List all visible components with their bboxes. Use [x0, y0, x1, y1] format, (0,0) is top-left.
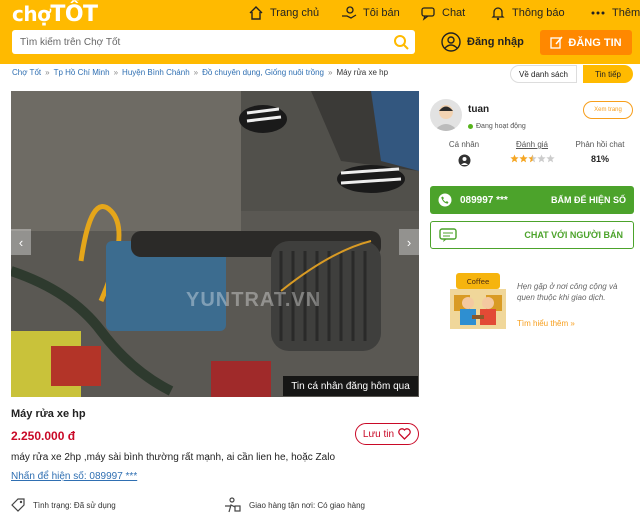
call-seller-button[interactable]: 089997 *** BẤM ĐỂ HIỆN SỐ: [430, 186, 634, 214]
user-icon: [441, 32, 461, 52]
stat-account-type: Cá nhân: [430, 140, 498, 167]
rating-stars: [498, 154, 566, 163]
bell-icon: [491, 7, 505, 21]
star-icon: [527, 154, 537, 163]
pump-photo-illustration: [11, 91, 419, 397]
search-icon[interactable]: [393, 34, 409, 50]
chevron-left-icon: ‹: [18, 234, 24, 250]
login-label: Đăng nhập: [467, 36, 524, 48]
property-condition-label: Tình trạng: Đã sử dụng: [33, 500, 116, 510]
star-icon: [509, 154, 519, 163]
listing-properties: Tình trạng: Đã sử dụng Giao hàng tận nơi…: [11, 497, 431, 513]
stat-account-type-label: Cá nhân: [448, 140, 480, 149]
property-delivery: Giao hàng tận nơi: Có giao hàng: [223, 497, 365, 513]
nav-sell-label: Tôi bán: [363, 7, 400, 19]
avatar-icon: [434, 105, 458, 131]
nav-chat[interactable]: Chat: [420, 4, 465, 22]
prev-photo-button[interactable]: ‹: [11, 229, 31, 255]
listing-title: Máy rửa xe hp: [11, 408, 86, 420]
login-button[interactable]: Đăng nhập: [441, 32, 524, 52]
home-icon: [249, 6, 263, 20]
next-photo-button[interactable]: ›: [399, 229, 419, 255]
nav-home[interactable]: Trang chủ: [248, 4, 319, 22]
photo-caption: Tin cá nhân đăng hôm qua: [283, 376, 418, 396]
view-seller-page-button[interactable]: Xem trang: [583, 101, 633, 119]
hand-coin-icon: [342, 6, 357, 19]
breadcrumb: Chợ Tốt» Tp Hồ Chí Minh» Huyện Bình Chán…: [12, 68, 389, 77]
chat-label: CHAT VỚI NGƯỜI BÁN: [524, 230, 623, 240]
property-condition: Tình trạng: Đã sử dụng: [11, 497, 223, 513]
nav-notifications[interactable]: Thông báo: [490, 4, 565, 22]
save-listing-button[interactable]: Lưu tin: [355, 423, 419, 445]
nav-notifications-label: Thông báo: [512, 7, 565, 19]
search-input[interactable]: [12, 30, 372, 54]
stat-chat-response-label: Phản hồi chat: [575, 140, 625, 149]
reveal-phone-label: BẤM ĐỂ HIỆN SỐ: [550, 195, 626, 205]
seller-status-label: Đang hoạt động: [476, 123, 526, 130]
listing-price: 2.250.000 đ: [11, 429, 76, 443]
star-icon: [518, 154, 528, 163]
seller-status: Đang hoạt động: [468, 123, 526, 130]
edit-icon: [550, 36, 563, 49]
chat-icon: [421, 7, 435, 21]
star-icon: [545, 154, 555, 163]
stat-rating: Đánh giá: [498, 140, 566, 167]
safety-tip: Coffee Hẹn gặp ở nơi công cộng và quen t…: [438, 269, 634, 335]
nav-more-label: Thêm: [612, 7, 640, 19]
breadcrumb-link-city[interactable]: Tp Hồ Chí Minh: [54, 68, 110, 77]
search-bar: [12, 30, 415, 54]
stat-chat-response-value: 81%: [590, 154, 609, 164]
breadcrumb-current: Máy rửa xe hp: [336, 68, 389, 77]
delivery-icon: [225, 497, 241, 513]
stat-chat-response: Phản hồi chat 81%: [566, 140, 634, 167]
online-dot-icon: [468, 124, 473, 129]
chat-with-seller-button[interactable]: CHAT VỚI NGƯỜI BÁN: [430, 221, 634, 249]
top-header: chợTỐT Trang chủ Tôi bán Chat Thông báo …: [0, 0, 640, 64]
coffee-shop-meetup-icon: Coffee: [450, 273, 506, 329]
show-phone-link[interactable]: Nhấn để hiện số: 089997 ***: [11, 471, 137, 482]
back-to-list-button[interactable]: Về danh sách: [510, 65, 577, 83]
save-label: Lưu tin: [362, 428, 395, 440]
more-icon: [591, 11, 605, 15]
safety-tip-text: Hẹn gặp ở nơi công cộng và quen thuộc kh…: [517, 282, 618, 303]
seller-name[interactable]: tuan: [468, 104, 489, 115]
person-circle-icon: [458, 154, 470, 167]
chotot-logo[interactable]: chợTỐT: [12, 2, 98, 27]
seller-avatar[interactable]: [430, 99, 462, 131]
listing-photo[interactable]: YUNTRAT.VN: [11, 91, 419, 397]
nav-chat-label: Chat: [442, 7, 466, 19]
post-listing-button[interactable]: ĐĂNG TIN: [540, 30, 632, 55]
tag-icon: [11, 498, 25, 512]
post-label: ĐĂNG TIN: [568, 36, 622, 49]
seller-stats: Cá nhân Đánh giá Phản hồi chat 81%: [430, 140, 634, 167]
property-delivery-label: Giao hàng tận nơi: Có giao hàng: [249, 500, 365, 510]
phone-icon: [438, 193, 452, 207]
photo-watermark: YUNTRAT.VN: [186, 289, 322, 311]
nav-more[interactable]: Thêm: [590, 4, 640, 22]
chat-bubble-icon: [439, 228, 457, 242]
nav-sell[interactable]: Tôi bán: [341, 4, 400, 22]
breadcrumb-link-home[interactable]: Chợ Tốt: [12, 68, 41, 77]
logo-part-1: chợ: [12, 2, 51, 26]
chevron-right-icon: ›: [406, 234, 412, 250]
star-icon: [536, 154, 546, 163]
logo-part-2: TỐT: [50, 2, 98, 27]
stat-rating-label: Đánh giá: [515, 140, 549, 149]
nav-home-label: Trang chủ: [270, 7, 320, 19]
next-listing-button[interactable]: Tin tiếp: [583, 65, 633, 83]
phone-partial: 089997 ***: [460, 194, 508, 206]
breadcrumb-link-category[interactable]: Đồ chuyên dụng, Giống nuôi trồng: [202, 68, 324, 77]
breadcrumb-link-district[interactable]: Huyện Bình Chánh: [122, 68, 190, 77]
heart-icon: [398, 428, 411, 440]
learn-more-link[interactable]: Tìm hiểu thêm »: [517, 319, 575, 328]
coffee-sign-text: Coffee: [467, 278, 490, 286]
listing-description: máy rửa xe 2hp ,máy sài bình thường rất …: [11, 452, 336, 463]
